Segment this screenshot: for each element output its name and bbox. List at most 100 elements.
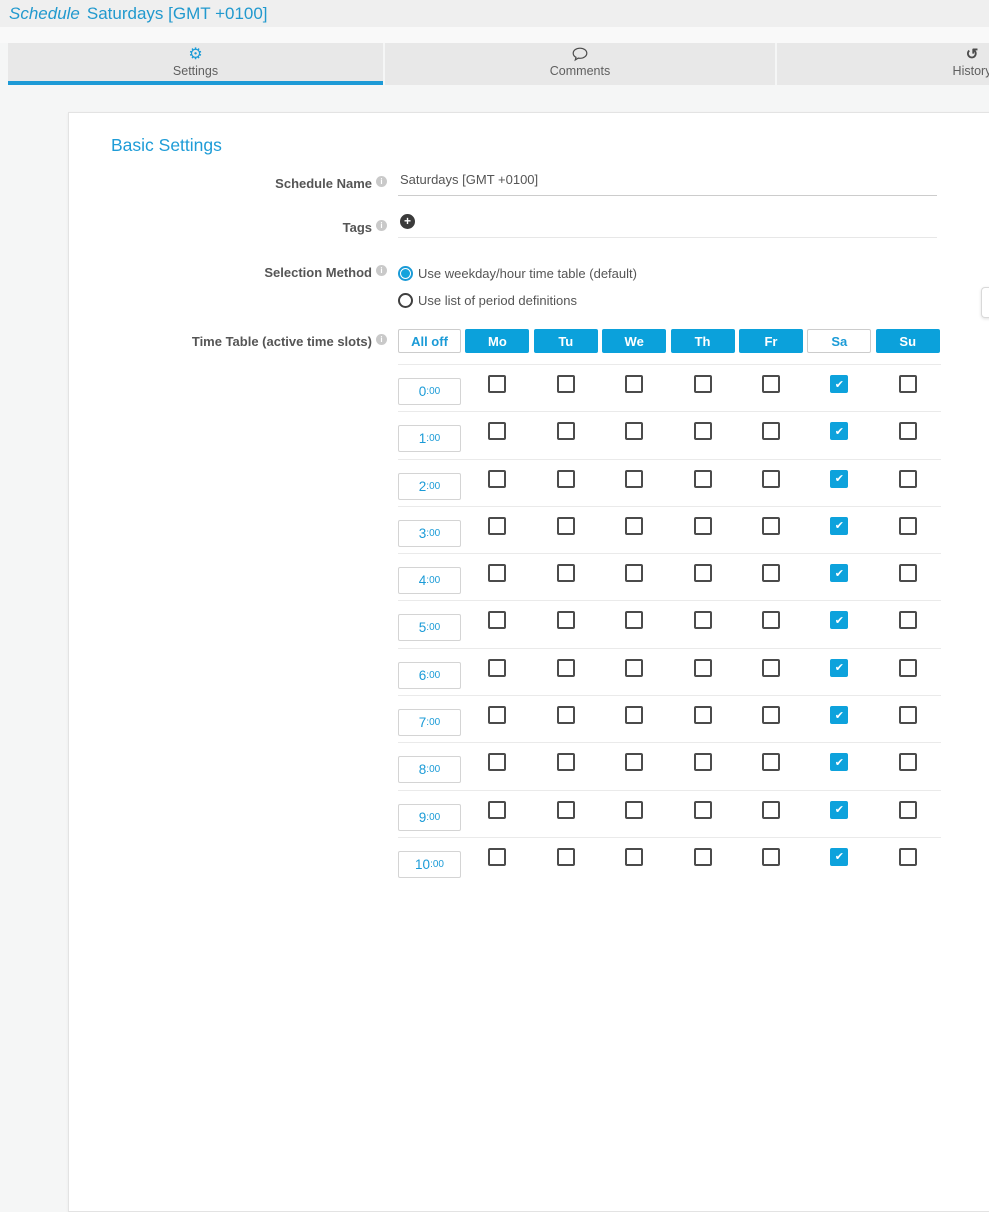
checkbox-su-700[interactable] bbox=[899, 706, 917, 724]
checkbox-fr-100[interactable] bbox=[762, 422, 780, 440]
checkbox-we-700[interactable] bbox=[625, 706, 643, 724]
checkbox-su-100[interactable] bbox=[899, 422, 917, 440]
info-icon[interactable]: i bbox=[376, 176, 387, 187]
checkbox-fr-500[interactable] bbox=[762, 611, 780, 629]
day-header-su[interactable]: Su bbox=[876, 329, 940, 353]
checkbox-sa-600[interactable]: ✔ bbox=[830, 659, 848, 677]
all-off-button[interactable]: All off bbox=[398, 329, 461, 353]
checkbox-we-1000[interactable] bbox=[625, 848, 643, 866]
tab-comments[interactable]: Comments bbox=[385, 43, 775, 85]
checkbox-fr-700[interactable] bbox=[762, 706, 780, 724]
radio-option-weekday-table[interactable]: Use weekday/hour time table (default) bbox=[398, 260, 637, 287]
checkbox-fr-1000[interactable] bbox=[762, 848, 780, 866]
hour-button-10[interactable]: 10:00 bbox=[398, 851, 461, 878]
checkbox-tu-800[interactable] bbox=[557, 753, 575, 771]
checkbox-th-800[interactable] bbox=[694, 753, 712, 771]
checkbox-mo-400[interactable] bbox=[488, 564, 506, 582]
checkbox-mo-600[interactable] bbox=[488, 659, 506, 677]
checkbox-we-800[interactable] bbox=[625, 753, 643, 771]
checkbox-tu-100[interactable] bbox=[557, 422, 575, 440]
checkbox-su-600[interactable] bbox=[899, 659, 917, 677]
radio-button[interactable] bbox=[398, 293, 413, 308]
checkbox-we-000[interactable] bbox=[625, 375, 643, 393]
day-header-sa[interactable]: Sa bbox=[807, 329, 871, 353]
day-header-mo[interactable]: Mo bbox=[465, 329, 529, 353]
checkbox-fr-600[interactable] bbox=[762, 659, 780, 677]
checkbox-th-600[interactable] bbox=[694, 659, 712, 677]
checkbox-su-800[interactable] bbox=[899, 753, 917, 771]
checkbox-mo-100[interactable] bbox=[488, 422, 506, 440]
day-header-tu[interactable]: Tu bbox=[534, 329, 598, 353]
checkbox-su-300[interactable] bbox=[899, 517, 917, 535]
checkbox-fr-300[interactable] bbox=[762, 517, 780, 535]
checkbox-th-400[interactable] bbox=[694, 564, 712, 582]
checkbox-mo-000[interactable] bbox=[488, 375, 506, 393]
tab-history[interactable]: ↺ History bbox=[777, 43, 989, 85]
hour-button-8[interactable]: 8:00 bbox=[398, 756, 461, 783]
checkbox-sa-000[interactable]: ✔ bbox=[830, 375, 848, 393]
checkbox-sa-700[interactable]: ✔ bbox=[830, 706, 848, 724]
checkbox-mo-700[interactable] bbox=[488, 706, 506, 724]
checkbox-th-200[interactable] bbox=[694, 470, 712, 488]
day-header-we[interactable]: We bbox=[602, 329, 666, 353]
hour-button-0[interactable]: 0:00 bbox=[398, 378, 461, 405]
checkbox-fr-900[interactable] bbox=[762, 801, 780, 819]
checkbox-tu-1000[interactable] bbox=[557, 848, 575, 866]
hour-button-4[interactable]: 4:00 bbox=[398, 567, 461, 594]
checkbox-we-600[interactable] bbox=[625, 659, 643, 677]
add-tag-button[interactable]: + bbox=[400, 214, 415, 229]
info-icon[interactable]: i bbox=[376, 220, 387, 231]
info-icon[interactable]: i bbox=[376, 334, 387, 345]
tab-settings[interactable]: ⚙ Settings bbox=[8, 43, 383, 85]
checkbox-th-900[interactable] bbox=[694, 801, 712, 819]
checkbox-th-1000[interactable] bbox=[694, 848, 712, 866]
day-header-th[interactable]: Th bbox=[671, 329, 735, 353]
hour-button-1[interactable]: 1:00 bbox=[398, 425, 461, 452]
hour-button-7[interactable]: 7:00 bbox=[398, 709, 461, 736]
day-header-fr[interactable]: Fr bbox=[739, 329, 803, 353]
checkbox-mo-500[interactable] bbox=[488, 611, 506, 629]
radio-option-period-list[interactable]: Use list of period definitions bbox=[398, 287, 637, 314]
checkbox-sa-400[interactable]: ✔ bbox=[830, 564, 848, 582]
checkbox-tu-700[interactable] bbox=[557, 706, 575, 724]
checkbox-we-100[interactable] bbox=[625, 422, 643, 440]
checkbox-mo-800[interactable] bbox=[488, 753, 506, 771]
checkbox-sa-300[interactable]: ✔ bbox=[830, 517, 848, 535]
checkbox-th-100[interactable] bbox=[694, 422, 712, 440]
checkbox-mo-900[interactable] bbox=[488, 801, 506, 819]
hour-button-2[interactable]: 2:00 bbox=[398, 473, 461, 500]
info-icon[interactable]: i bbox=[376, 265, 387, 276]
checkbox-th-700[interactable] bbox=[694, 706, 712, 724]
checkbox-fr-800[interactable] bbox=[762, 753, 780, 771]
checkbox-tu-300[interactable] bbox=[557, 517, 575, 535]
checkbox-th-000[interactable] bbox=[694, 375, 712, 393]
checkbox-we-900[interactable] bbox=[625, 801, 643, 819]
checkbox-tu-200[interactable] bbox=[557, 470, 575, 488]
checkbox-th-500[interactable] bbox=[694, 611, 712, 629]
checkbox-su-1000[interactable] bbox=[899, 848, 917, 866]
checkbox-sa-900[interactable]: ✔ bbox=[830, 801, 848, 819]
hour-button-6[interactable]: 6:00 bbox=[398, 662, 461, 689]
checkbox-fr-200[interactable] bbox=[762, 470, 780, 488]
checkbox-mo-200[interactable] bbox=[488, 470, 506, 488]
checkbox-tu-900[interactable] bbox=[557, 801, 575, 819]
checkbox-tu-400[interactable] bbox=[557, 564, 575, 582]
checkbox-sa-800[interactable]: ✔ bbox=[830, 753, 848, 771]
checkbox-th-300[interactable] bbox=[694, 517, 712, 535]
checkbox-su-000[interactable] bbox=[899, 375, 917, 393]
checkbox-tu-500[interactable] bbox=[557, 611, 575, 629]
checkbox-su-200[interactable] bbox=[899, 470, 917, 488]
checkbox-fr-400[interactable] bbox=[762, 564, 780, 582]
checkbox-sa-500[interactable]: ✔ bbox=[830, 611, 848, 629]
checkbox-sa-200[interactable]: ✔ bbox=[830, 470, 848, 488]
checkbox-tu-000[interactable] bbox=[557, 375, 575, 393]
hour-button-5[interactable]: 5:00 bbox=[398, 614, 461, 641]
checkbox-we-200[interactable] bbox=[625, 470, 643, 488]
checkbox-su-500[interactable] bbox=[899, 611, 917, 629]
collapsed-side-panel-handle[interactable] bbox=[981, 287, 989, 318]
hour-button-3[interactable]: 3:00 bbox=[398, 520, 461, 547]
checkbox-we-300[interactable] bbox=[625, 517, 643, 535]
checkbox-sa-1000[interactable]: ✔ bbox=[830, 848, 848, 866]
schedule-name-input[interactable] bbox=[398, 171, 937, 196]
checkbox-mo-1000[interactable] bbox=[488, 848, 506, 866]
